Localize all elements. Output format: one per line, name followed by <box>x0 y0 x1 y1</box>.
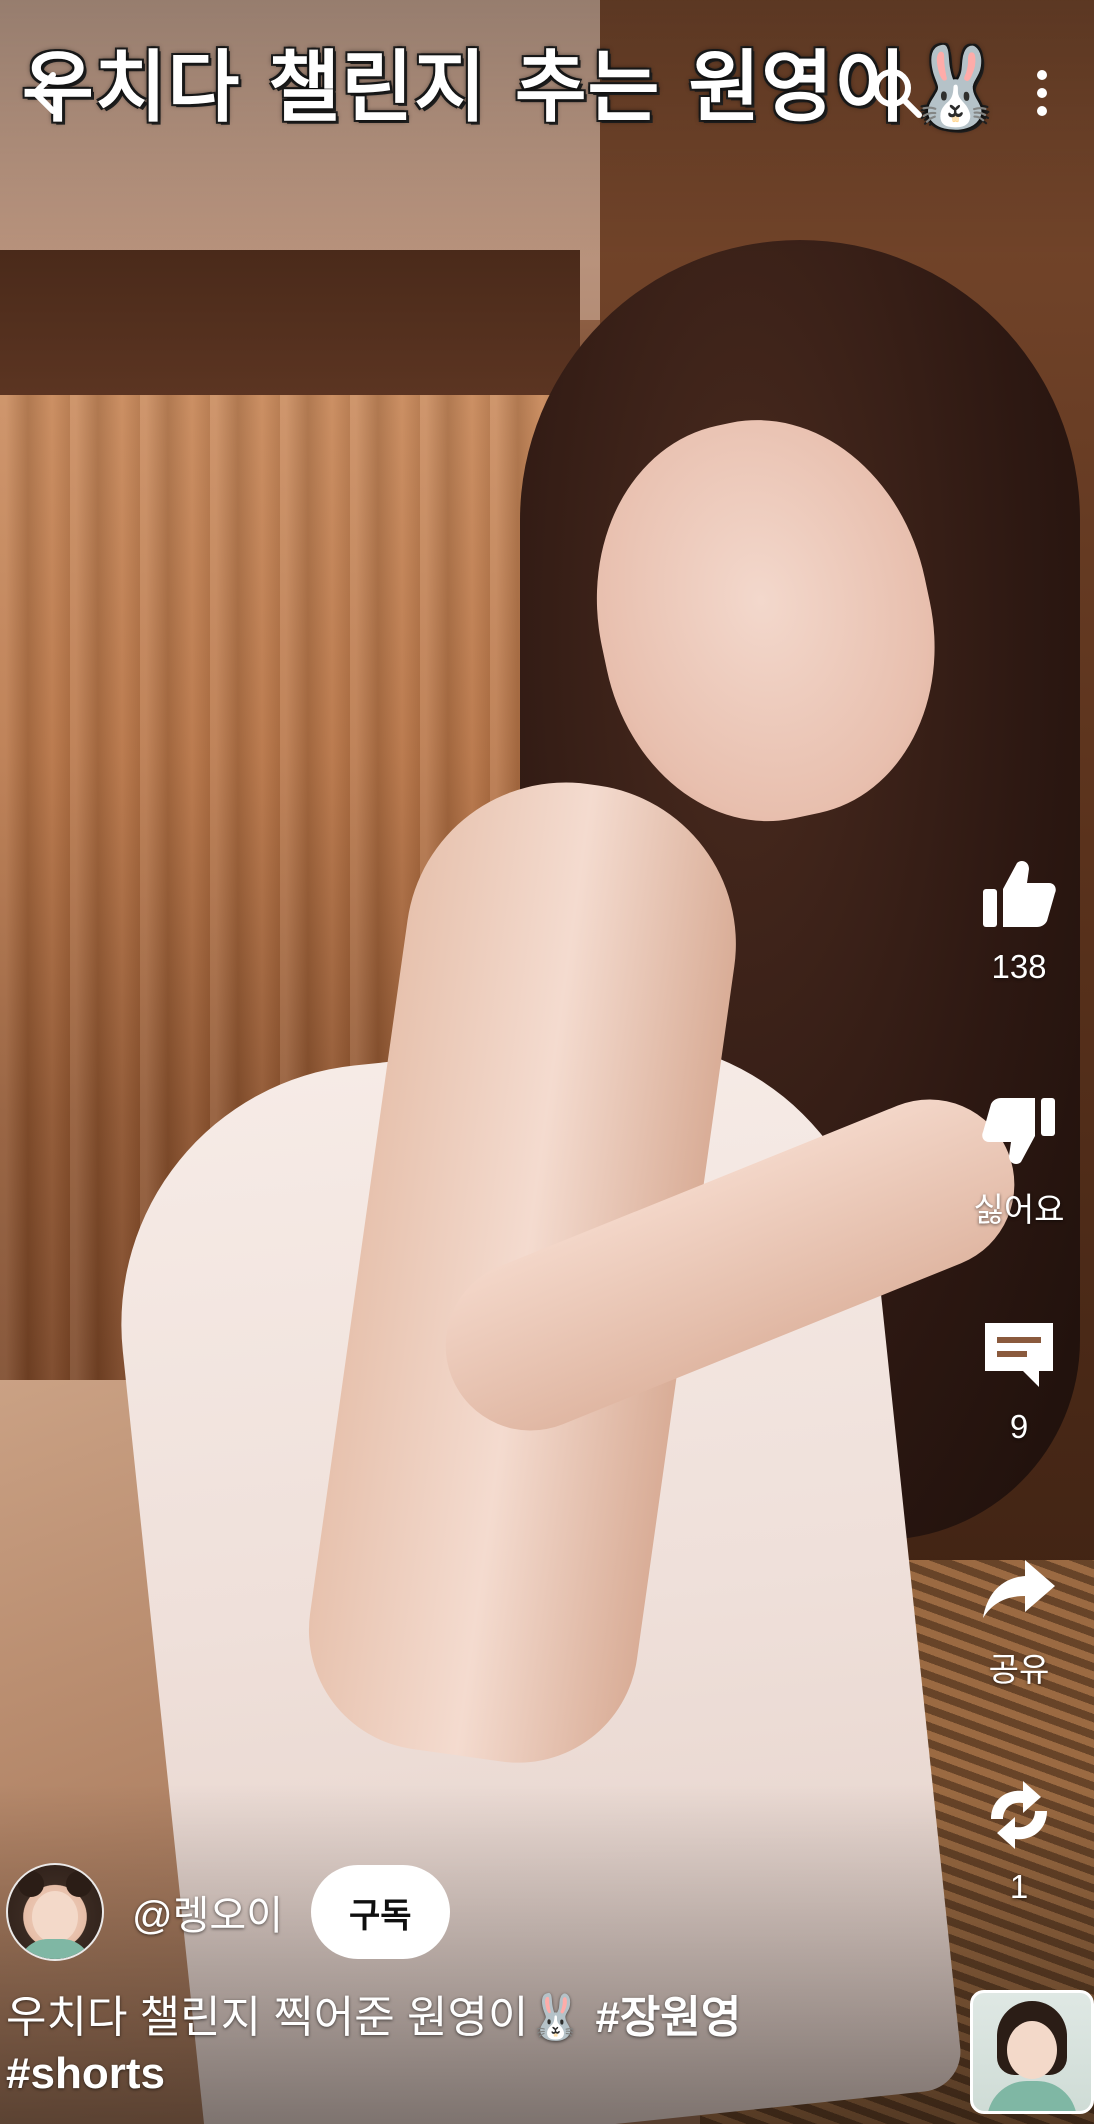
channel-row: @렝오이 구독 <box>6 1862 450 1962</box>
comments-button[interactable]: 9 <box>944 1310 1094 1446</box>
more-options-button[interactable] <box>1012 60 1072 130</box>
share-label: 공유 <box>988 1651 1050 1688</box>
remix-button[interactable]: 1 <box>944 1770 1094 1906</box>
thumbs-down-icon <box>974 1085 1064 1175</box>
search-icon <box>867 63 927 127</box>
description-text: 우치다 챌린지 찍어준 원영이🐰 <box>6 1993 596 2042</box>
back-button[interactable] <box>12 60 82 130</box>
comment-count: 9 <box>1009 1408 1029 1445</box>
thumbs-up-icon <box>974 850 1064 940</box>
share-icon <box>974 1545 1064 1635</box>
video-frame[interactable] <box>0 0 1094 2124</box>
like-count: 138 <box>991 948 1047 985</box>
arrow-left-icon <box>19 65 75 125</box>
avatar[interactable] <box>6 1863 104 1961</box>
remix-icon <box>974 1770 1064 1860</box>
video-description[interactable]: 우치다 챌린지 찍어준 원영이🐰 #장원영 #shorts <box>6 1990 926 2102</box>
dislike-button[interactable]: 싫어요 <box>944 1085 1094 1231</box>
subscribe-button[interactable]: 구독 <box>311 1865 450 1959</box>
channel-handle[interactable]: @렝오이 <box>132 1883 283 1941</box>
hashtag[interactable]: #shorts <box>6 2049 165 2098</box>
like-button[interactable]: 138 <box>944 850 1094 986</box>
more-vertical-icon <box>1032 63 1052 127</box>
shorts-player: 우치다 챌린지 추는 원영이🐰 138 싫어요 9 공유 1 @렝오이 구독 우… <box>0 0 1094 2124</box>
remix-thumbnail[interactable] <box>970 1990 1094 2114</box>
comment-icon <box>974 1310 1064 1400</box>
dislike-label: 싫어요 <box>973 1191 1065 1228</box>
remix-count: 1 <box>1009 1868 1029 1905</box>
search-button[interactable] <box>862 60 932 130</box>
hashtag[interactable]: #장원영 <box>595 1993 741 2042</box>
share-button[interactable]: 공유 <box>944 1545 1094 1691</box>
